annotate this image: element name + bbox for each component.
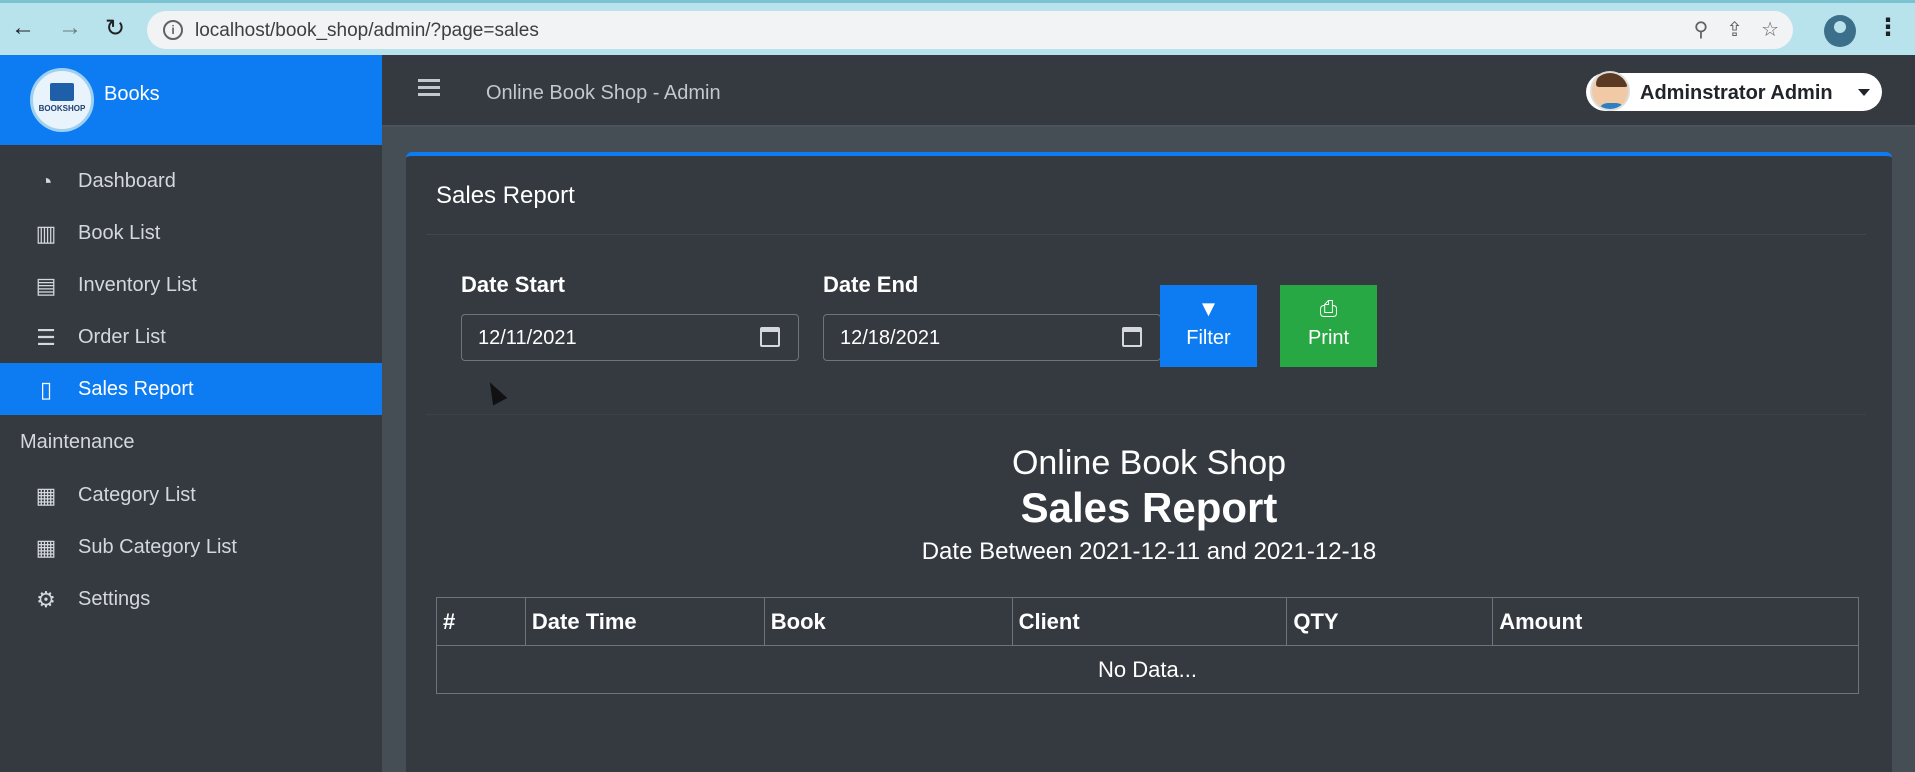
- sidebar-item-label: Book List: [78, 221, 161, 244]
- arrow-right-icon: →: [58, 14, 82, 41]
- app-title: Online Book Shop - Admin: [486, 82, 721, 104]
- divider: [426, 234, 1866, 235]
- sidebar-item-dashboard[interactable]: ◔ Dashboard: [0, 155, 382, 207]
- info-icon[interactable]: i: [163, 20, 183, 40]
- sidebar-item-label: Settings: [78, 587, 151, 610]
- dashboard-gauge-icon: ◔: [39, 169, 53, 194]
- book-open-icon: ▥: [35, 221, 57, 246]
- column-header-number: #: [436, 597, 526, 646]
- date-start-input[interactable]: 12/11/2021: [461, 314, 799, 361]
- sidebar: BOOKSHOP Books ◔ Dashboard ▥ Book List ▤…: [0, 55, 382, 772]
- date-end-value: 12/18/2021: [840, 327, 941, 349]
- address-bar-actions: ⚲ ⇪ ☆: [1694, 17, 1779, 42]
- brand-logo: BOOKSHOP: [30, 68, 94, 132]
- browser-toolbar: ← → ↻ i localhost/book_shop/admin/?page=…: [0, 0, 1915, 55]
- file-icon: ▯: [39, 377, 53, 402]
- sidebar-item-book-list[interactable]: ▥ Book List: [0, 207, 382, 259]
- browser-profile-icon[interactable]: [1824, 15, 1856, 47]
- share-icon[interactable]: ⇪: [1726, 17, 1743, 42]
- address-bar[interactable]: i localhost/book_shop/admin/?page=sales …: [147, 11, 1793, 49]
- caret-down-icon: [1858, 89, 1870, 96]
- column-header-book: Book: [763, 597, 1013, 646]
- filter-button[interactable]: ▼ Filter: [1160, 285, 1257, 367]
- sidebar-item-order-list[interactable]: ☰ Order List: [0, 311, 382, 363]
- sidebar-item-settings[interactable]: ⚙ Settings: [0, 573, 382, 625]
- reload-button[interactable]: ↻: [100, 13, 130, 43]
- report-shop-name: Online Book Shop: [1011, 444, 1287, 482]
- sidebar-item-label: Category List: [78, 483, 196, 506]
- calendar-icon[interactable]: [1122, 327, 1142, 347]
- sidebar-item-inventory-list[interactable]: ▤ Inventory List: [0, 259, 382, 311]
- calendar-icon[interactable]: [760, 327, 780, 347]
- list-icon: ☰: [36, 325, 56, 350]
- table-grid-icon: ▦: [35, 483, 57, 508]
- browser-menu-icon[interactable]: ⋮: [1876, 13, 1900, 42]
- filter-button-label: Filter: [1186, 327, 1231, 349]
- bookmark-star-icon[interactable]: ☆: [1761, 17, 1779, 42]
- sidebar-item-sales-report[interactable]: ▯ Sales Report: [0, 363, 382, 415]
- sales-table: # Date Time Book Client QTY Amount No Da…: [436, 597, 1859, 694]
- brand-name: Books: [104, 83, 160, 105]
- date-end-label: Date End: [823, 272, 919, 297]
- clipboard-list-icon: ▤: [35, 273, 57, 298]
- gears-icon: ⚙: [36, 587, 56, 612]
- sidebar-section-maintenance: Maintenance: [20, 430, 135, 453]
- sidebar-item-label: Sub Category List: [78, 535, 237, 558]
- divider: [426, 414, 1866, 415]
- print-button[interactable]: ⎙ Print: [1280, 285, 1377, 367]
- sidebar-nav: ◔ Dashboard ▥ Book List ▤ Inventory List…: [0, 155, 382, 625]
- filter-icon: ▼: [1197, 296, 1220, 321]
- report-title: Sales Report: [1020, 484, 1278, 531]
- arrow-left-icon: ←: [11, 14, 35, 41]
- user-dropdown[interactable]: Adminstrator Admin: [1586, 71, 1882, 111]
- sidebar-item-category-list[interactable]: ▦ Category List: [0, 469, 382, 521]
- table-grid-icon: ▦: [35, 535, 57, 560]
- page-title: Sales Report: [436, 182, 575, 209]
- date-end-input[interactable]: 12/18/2021: [823, 314, 1161, 361]
- avatar: [1590, 71, 1630, 111]
- book-icon: [50, 83, 74, 101]
- sidebar-item-label: Inventory List: [78, 273, 197, 296]
- table-header-row: # Date Time Book Client QTY Amount: [436, 597, 1859, 646]
- date-start-value: 12/11/2021: [478, 327, 577, 349]
- user-name: Adminstrator Admin: [1640, 82, 1833, 104]
- url-text[interactable]: localhost/book_shop/admin/?page=sales: [195, 20, 539, 42]
- top-navbar: Online Book Shop - Admin Adminstrator Ad…: [382, 55, 1915, 127]
- column-header-date-time: Date Time: [524, 597, 765, 646]
- main-content: Sales Report Date Start 12/11/2021 Date …: [382, 127, 1915, 772]
- back-button[interactable]: ←: [8, 13, 38, 43]
- logo-text: BOOKSHOP: [38, 104, 86, 113]
- zoom-icon[interactable]: ⚲: [1694, 17, 1709, 42]
- empty-table-message: No Data...: [436, 645, 1859, 694]
- sidebar-item-label: Dashboard: [78, 169, 176, 192]
- column-header-qty: QTY: [1286, 597, 1494, 646]
- column-header-amount: Amount: [1492, 597, 1859, 646]
- brand-link[interactable]: BOOKSHOP Books: [0, 55, 382, 145]
- print-button-label: Print: [1307, 327, 1350, 349]
- sidebar-item-label: Order List: [78, 325, 166, 348]
- column-header-client: Client: [1011, 597, 1288, 646]
- forward-button[interactable]: →: [55, 13, 85, 43]
- sidebar-item-sub-category-list[interactable]: ▦ Sub Category List: [0, 521, 382, 573]
- reload-icon: ↻: [104, 14, 126, 42]
- print-icon: ⎙: [1319, 296, 1338, 321]
- sidebar-item-label: Sales Report: [78, 377, 194, 400]
- table-row: No Data...: [436, 645, 1859, 694]
- date-start-label: Date Start: [461, 272, 565, 297]
- sales-report-card: Sales Report Date Start 12/11/2021 Date …: [406, 152, 1892, 772]
- hamburger-menu-icon[interactable]: [418, 79, 440, 97]
- report-date-range: Date Between 2021-12-11 and 2021-12-18: [921, 538, 1377, 565]
